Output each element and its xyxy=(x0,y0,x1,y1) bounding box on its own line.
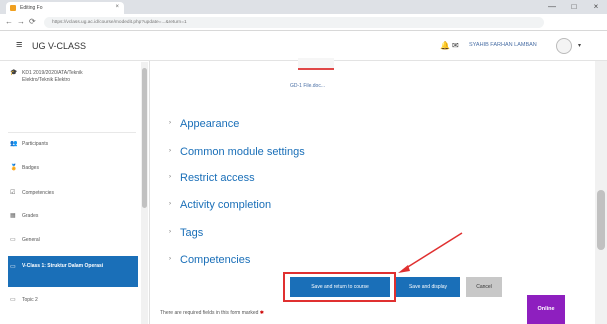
annotation-arrow xyxy=(398,232,463,273)
